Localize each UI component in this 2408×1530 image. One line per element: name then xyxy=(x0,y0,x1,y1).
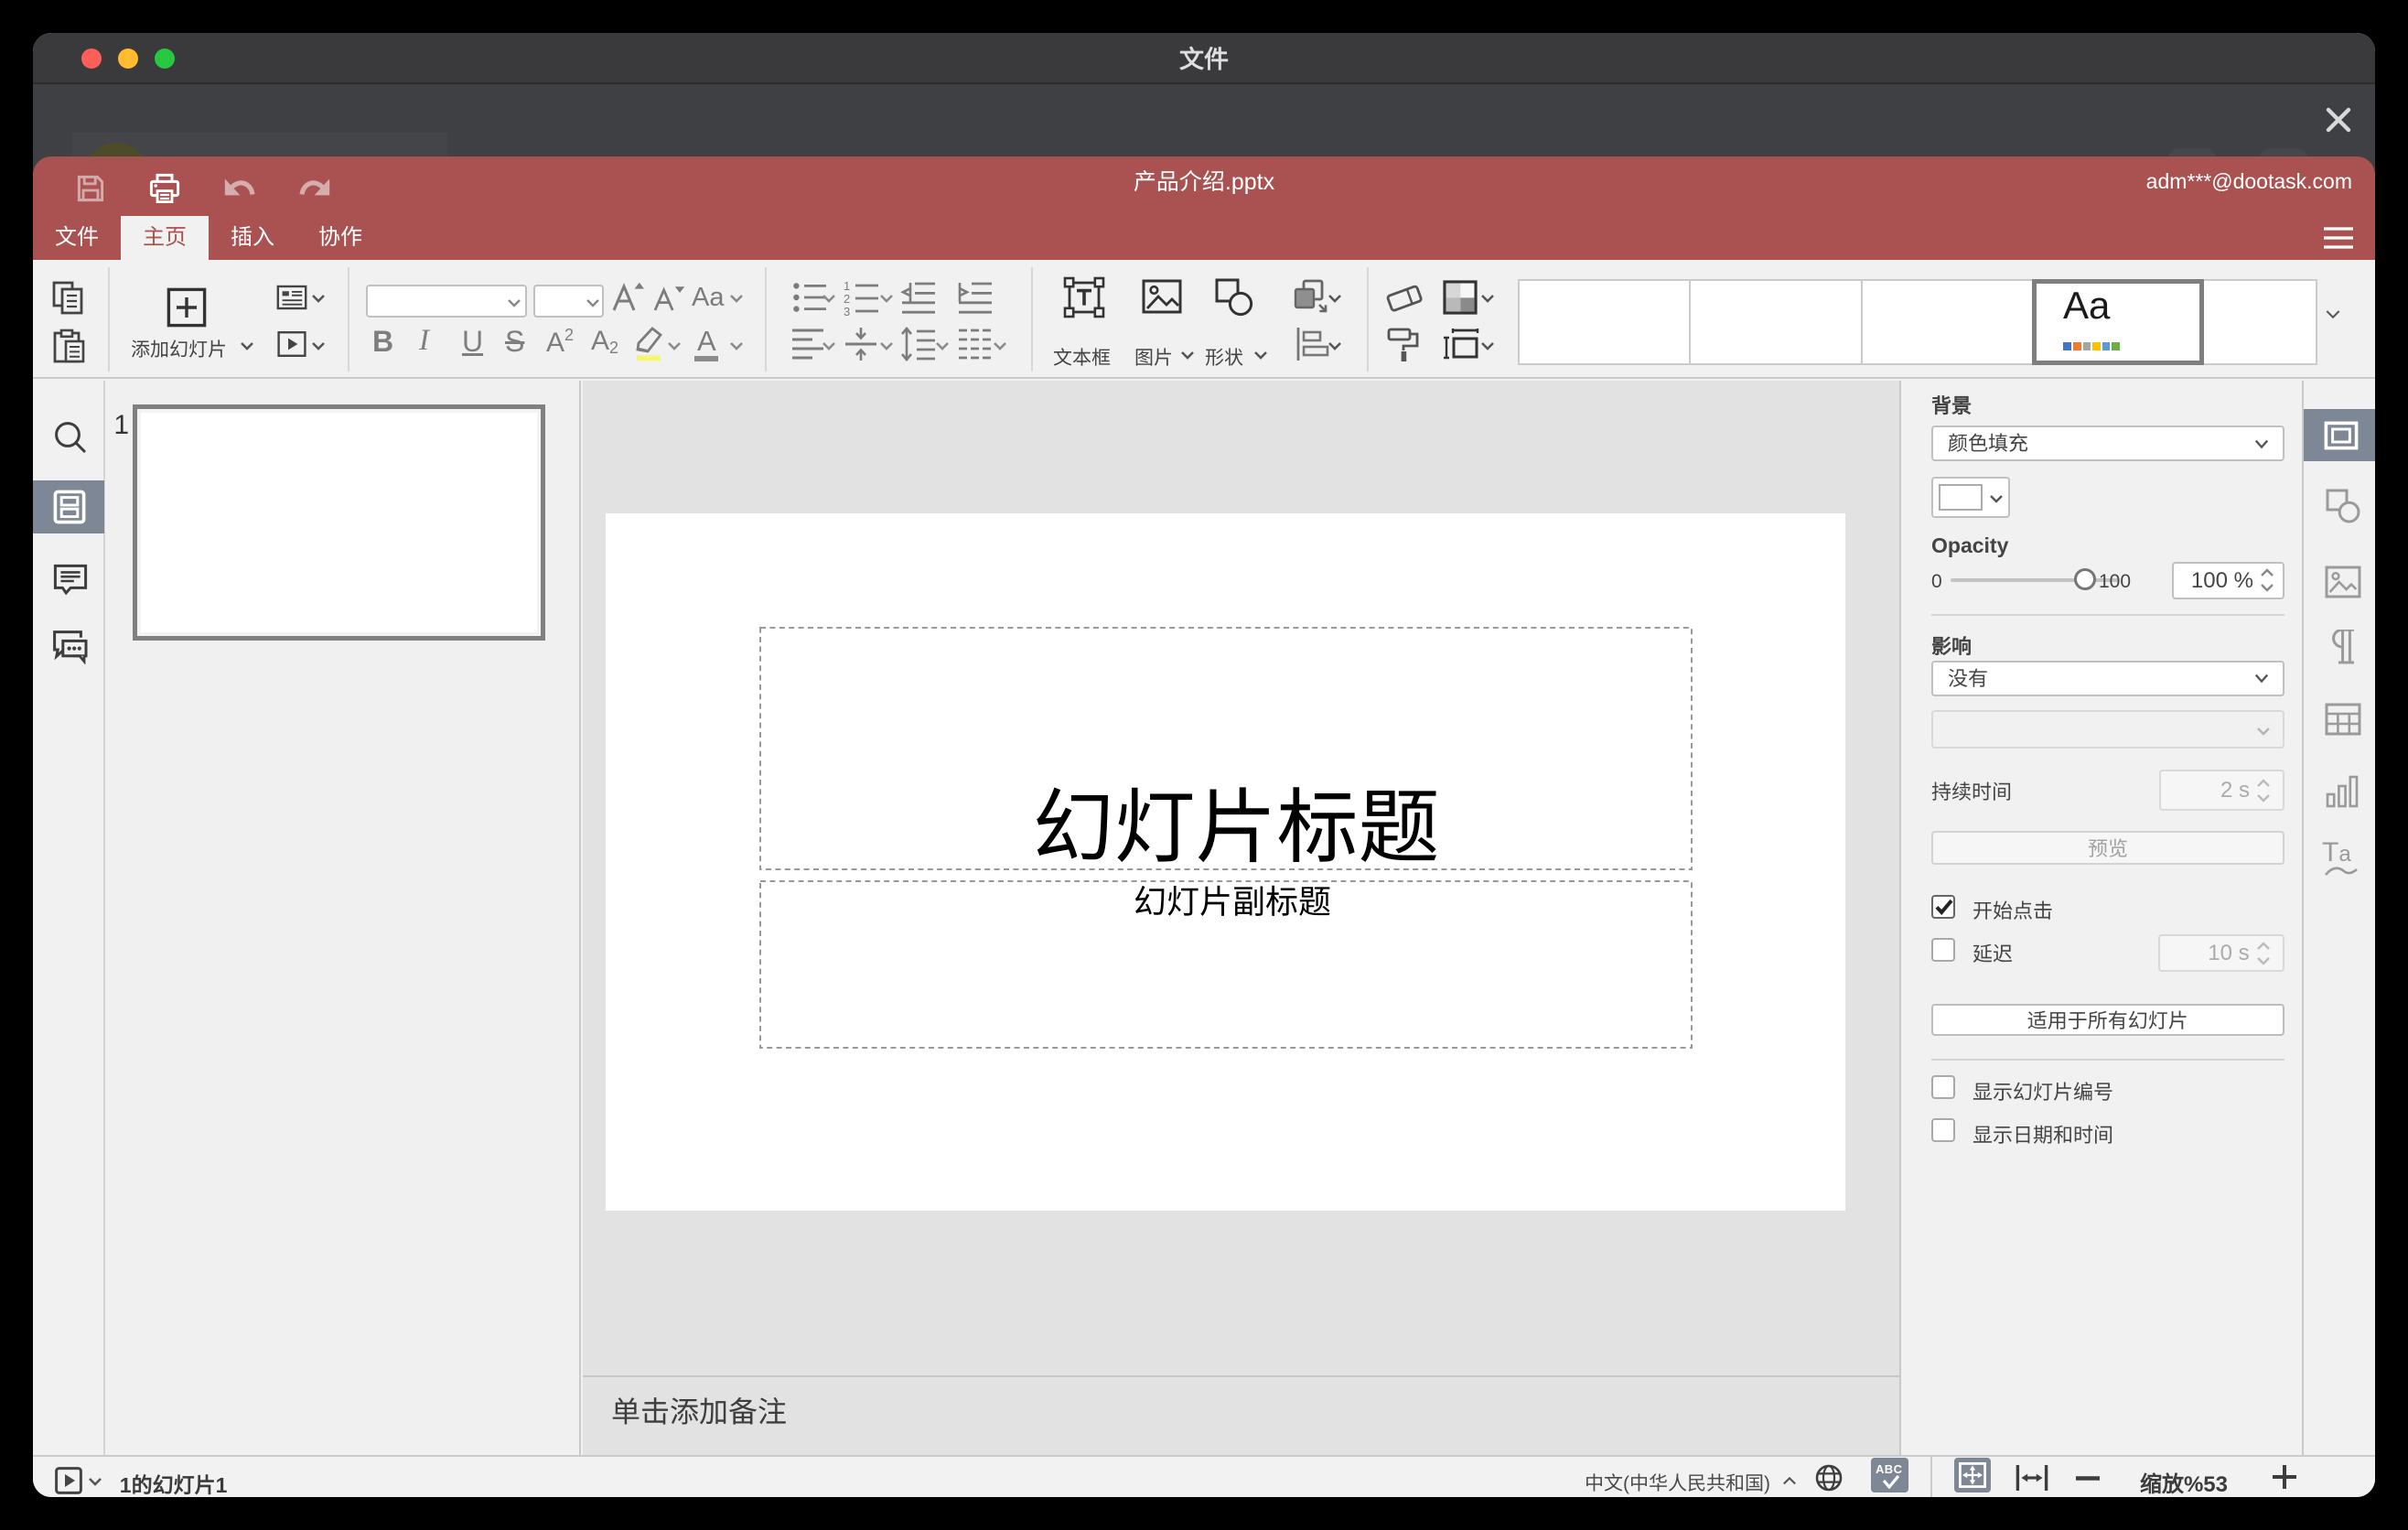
svg-text:1: 1 xyxy=(844,279,850,293)
svg-text:3: 3 xyxy=(844,305,850,317)
svg-text:2: 2 xyxy=(844,292,850,306)
